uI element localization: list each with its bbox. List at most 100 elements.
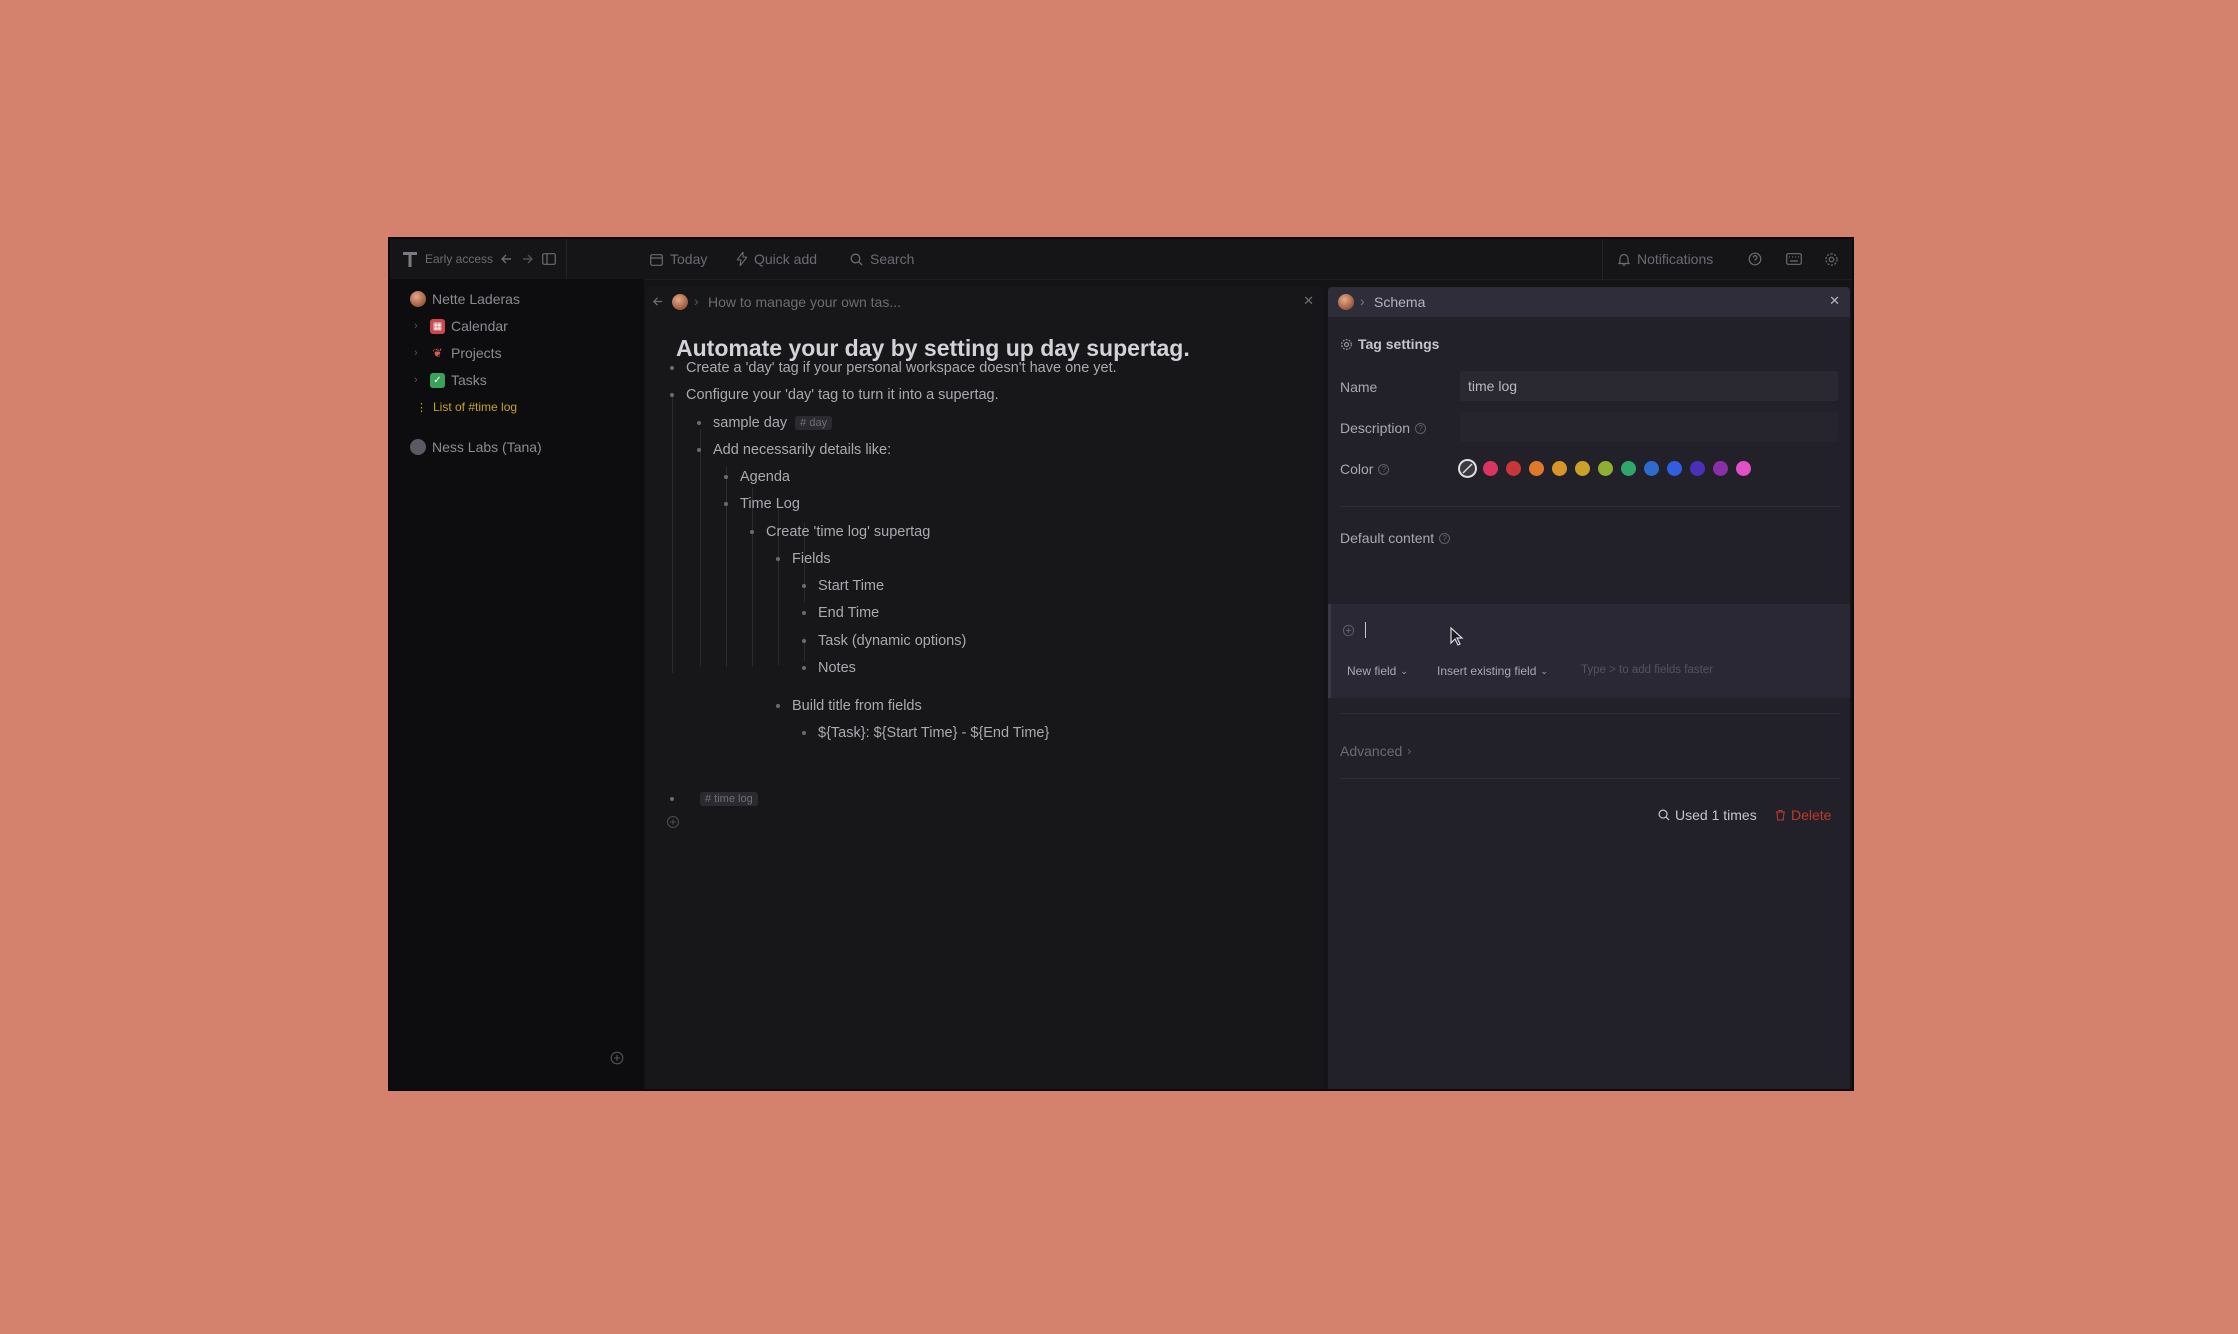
sidebar-item-label: Tasks <box>451 372 487 388</box>
text-cursor <box>1365 622 1366 638</box>
sidebar-item-tasks[interactable]: › ✓ Tasks <box>414 372 487 388</box>
gear-icon <box>1824 252 1839 267</box>
sidebar-item-calendar[interactable]: › ▦ Calendar <box>414 318 508 334</box>
sidebar-item-label: List of #time log <box>433 400 518 414</box>
list-item[interactable]: # time log <box>670 792 758 806</box>
search-button[interactable]: Search <box>850 239 914 279</box>
sidebar-workspace[interactable]: Ness Labs (Tana) <box>410 439 542 455</box>
breadcrumb-separator-icon: › <box>1360 293 1365 309</box>
workspace-switcher[interactable]: Early access <box>402 239 493 279</box>
sidebar-item-projects[interactable]: › ❦ Projects <box>414 345 502 361</box>
list-item[interactable]: Task (dynamic options) <box>802 633 966 649</box>
usage-count[interactable]: Used 1 times <box>1658 807 1757 823</box>
plus-circle-icon <box>610 1051 624 1065</box>
color-swatch[interactable] <box>1529 461 1544 476</box>
today-label: Today <box>670 251 708 267</box>
sidebar-item-time-log-list[interactable]: ⋮ List of #time log <box>416 400 517 414</box>
sidebar-user[interactable]: Nette Laderas <box>410 291 520 307</box>
chevron-down-icon: ⌄ <box>1540 665 1548 676</box>
divider <box>566 239 567 279</box>
color-swatch[interactable] <box>1621 461 1636 476</box>
list-item[interactable]: Start Time <box>802 578 884 594</box>
color-label: Color? <box>1340 461 1390 477</box>
color-swatch[interactable] <box>1644 461 1659 476</box>
search-icon <box>1658 809 1670 821</box>
help-icon: ? <box>1378 463 1390 475</box>
breadcrumb[interactable]: Schema <box>1374 294 1425 310</box>
list-item[interactable]: Create a 'day' tag if your personal work… <box>670 360 1117 376</box>
trash-icon <box>1775 809 1786 821</box>
projects-icon: ❦ <box>432 346 443 360</box>
plus-circle-icon <box>666 815 680 829</box>
breadcrumb-separator-icon: › <box>694 293 699 309</box>
bell-icon <box>1618 253 1630 266</box>
list-item[interactable]: Build title from fields <box>776 698 922 714</box>
notifications-button[interactable]: Notifications <box>1618 239 1713 279</box>
help-button[interactable] <box>1748 239 1762 279</box>
color-swatch-none[interactable] <box>1460 461 1475 476</box>
indent-guide <box>752 487 753 667</box>
color-swatch[interactable] <box>1506 461 1521 476</box>
color-swatch[interactable] <box>1552 461 1567 476</box>
list-item[interactable]: Add necessarily details like: <box>697 442 891 458</box>
close-icon[interactable]: ✕ <box>1829 293 1840 309</box>
user-name: Nette Laderas <box>432 291 520 307</box>
arrow-left-icon <box>500 253 512 265</box>
main-panel: › How to manage your own tas... ✕ Automa… <box>646 287 1324 1089</box>
list-item[interactable]: Fields <box>776 551 831 567</box>
list-item[interactable]: End Time <box>802 605 879 621</box>
advanced-toggle[interactable]: Advanced › <box>1340 743 1411 759</box>
settings-button[interactable] <box>1824 239 1839 279</box>
description-field[interactable] <box>1460 412 1838 442</box>
add-workspace-button[interactable] <box>610 1051 624 1065</box>
chevron-right-icon: › <box>1407 744 1412 758</box>
arrow-left-icon[interactable] <box>652 296 663 307</box>
quick-add-button[interactable]: Quick add <box>737 239 817 279</box>
default-content-editor[interactable]: New field ⌄ Insert existing field ⌄ Type >… <box>1328 604 1850 698</box>
delete-button[interactable]: Delete <box>1775 807 1831 823</box>
keyboard-icon <box>1786 253 1802 265</box>
color-swatch[interactable] <box>1667 461 1682 476</box>
lightning-icon <box>737 252 747 266</box>
list-item[interactable]: Configure your 'day' tag to turn it into… <box>670 387 999 403</box>
indent-guide <box>672 393 673 673</box>
insert-existing-field-button[interactable]: Insert existing field ⌄ <box>1437 664 1548 678</box>
gear-icon <box>1340 338 1353 351</box>
color-swatch[interactable] <box>1598 461 1613 476</box>
schema-panel: › Schema ✕ Tag settings Name time log De… <box>1328 287 1850 1089</box>
today-button[interactable]: Today <box>650 239 707 279</box>
toggle-sidebar-button[interactable] <box>542 239 556 279</box>
forward-button[interactable] <box>522 239 534 279</box>
list-item[interactable]: Time Log <box>724 496 800 512</box>
close-icon[interactable]: ✕ <box>1303 293 1314 309</box>
chevron-right-icon: › <box>414 320 418 332</box>
plus-circle-icon[interactable] <box>1342 624 1355 637</box>
color-swatch[interactable] <box>1575 461 1590 476</box>
list-item[interactable]: ${Task}: ${Start Time} - ${End Time} <box>802 725 1049 741</box>
page-title[interactable]: Automate your day by setting up day supe… <box>676 335 1190 362</box>
back-button[interactable] <box>500 239 512 279</box>
search-label: Search <box>870 251 915 267</box>
name-label: Name <box>1340 379 1378 395</box>
keyboard-shortcuts-button[interactable] <box>1786 239 1802 279</box>
quick-add-label: Quick add <box>754 251 818 267</box>
color-swatch[interactable] <box>1483 461 1498 476</box>
mouse-pointer-icon <box>1450 627 1464 646</box>
tag-badge[interactable]: # day <box>795 416 833 430</box>
sidebar-item-label: Projects <box>451 345 502 361</box>
new-field-button[interactable]: New field ⌄ <box>1347 664 1408 678</box>
tag-name-field[interactable]: time log <box>1460 371 1838 401</box>
add-node-button[interactable] <box>666 815 680 834</box>
tag-badge[interactable]: # time log <box>700 792 758 806</box>
help-icon <box>1748 252 1762 266</box>
workspace-avatar <box>410 439 426 455</box>
list-item[interactable]: Create 'time log' supertag <box>750 524 930 540</box>
list-item[interactable]: Agenda <box>724 469 790 485</box>
breadcrumb[interactable]: How to manage your own tas... <box>708 294 901 310</box>
list-item[interactable]: sample day # day <box>697 415 833 431</box>
color-swatch[interactable] <box>1713 461 1728 476</box>
color-swatch[interactable] <box>1736 461 1751 476</box>
list-item[interactable]: Notes <box>802 660 856 676</box>
sidebar: Nette Laderas › ▦ Calendar › ❦ Projects … <box>390 279 644 1089</box>
color-swatch[interactable] <box>1690 461 1705 476</box>
